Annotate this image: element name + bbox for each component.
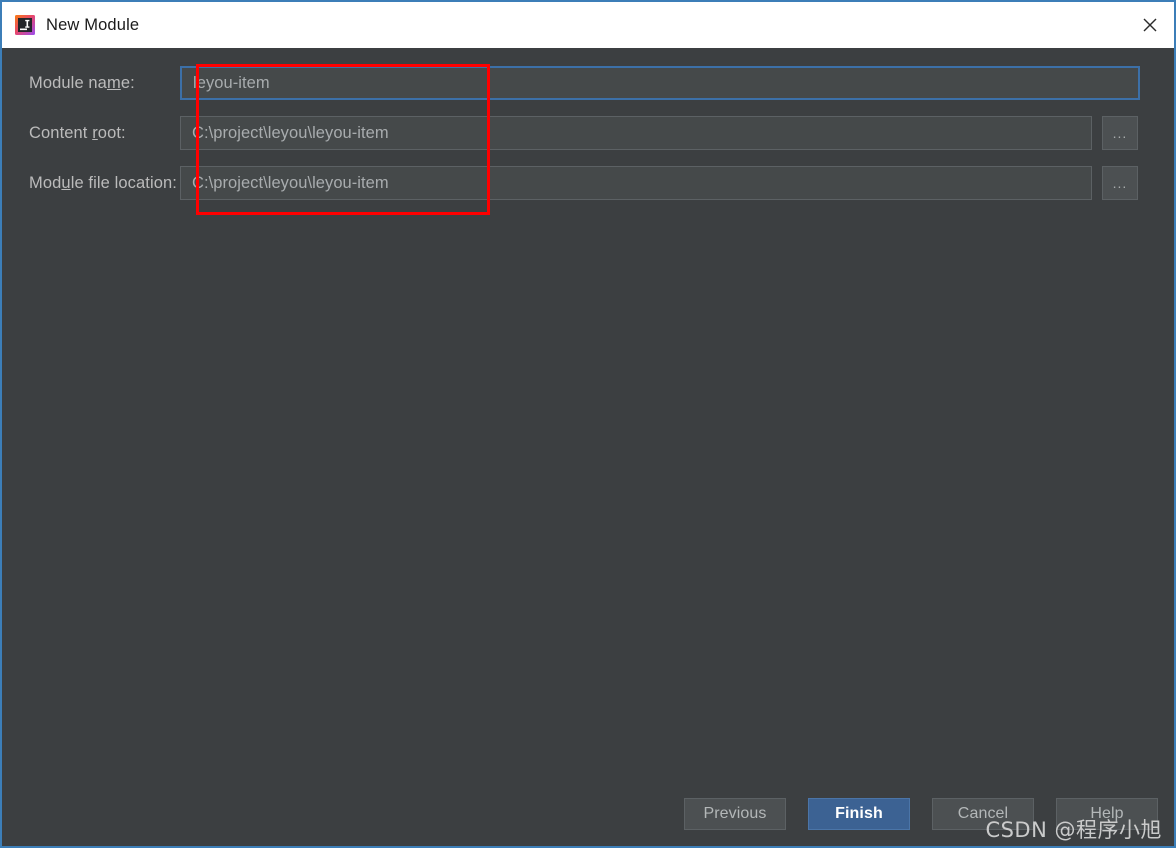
content-root-label: Content root: — [29, 123, 126, 142]
new-module-dialog: New Module Module name: leyou-item Conte… — [0, 0, 1176, 848]
dialog-button-bar: Previous Finish Cancel Help — [684, 798, 1158, 830]
content-root-browse-button[interactable]: ... — [1102, 116, 1138, 150]
content-root-input[interactable]: C:\project\leyou\leyou-item — [180, 116, 1092, 150]
intellij-idea-icon — [14, 14, 36, 36]
module-file-location-input[interactable]: C:\project\leyou\leyou-item — [180, 166, 1092, 200]
dialog-content: Module name: leyou-item Content root: C:… — [2, 48, 1174, 846]
form-row-module-file-location: Module file location: C:\project\leyou\l… — [2, 166, 1174, 200]
title-bar: New Module — [2, 2, 1174, 48]
form-row-content-root: Content root: C:\project\leyou\leyou-ite… — [2, 116, 1174, 150]
finish-button[interactable]: Finish — [808, 798, 910, 830]
module-file-location-label: Module file location: — [29, 173, 177, 192]
module-name-input[interactable]: leyou-item — [180, 66, 1140, 100]
module-name-label: Module name: — [29, 73, 135, 92]
previous-button[interactable]: Previous — [684, 798, 786, 830]
form-row-module-name: Module name: leyou-item — [2, 66, 1174, 100]
help-button[interactable]: Help — [1056, 798, 1158, 830]
close-icon[interactable] — [1126, 2, 1174, 48]
module-file-location-browse-button[interactable]: ... — [1102, 166, 1138, 200]
cancel-button[interactable]: Cancel — [932, 798, 1034, 830]
window-title: New Module — [46, 15, 140, 34]
